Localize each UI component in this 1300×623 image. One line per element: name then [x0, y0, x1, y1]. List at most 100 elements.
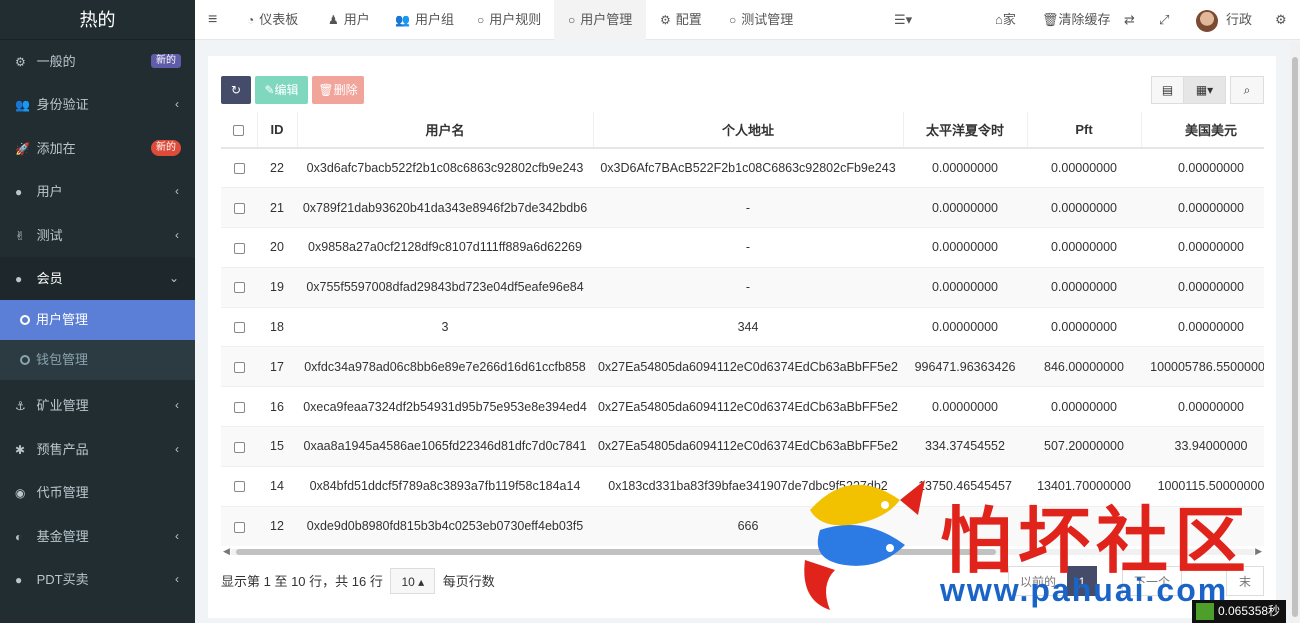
tab-user[interactable]: ♟ 用户 [328, 0, 370, 40]
column-header-username[interactable]: 用户名 [297, 112, 594, 149]
columns-toggle-button[interactable]: ▤ [1151, 76, 1184, 104]
cell-username: 0xfdc34a978ad06c8bb6e89e7e266d16d61ccfb8… [297, 346, 593, 387]
sidebar-item-label: 代币管理 [36, 485, 89, 501]
cell-id: 20 [257, 227, 297, 268]
refresh-button[interactable]: ↻ [221, 76, 251, 104]
row-select-cell [221, 227, 257, 268]
column-header-usd[interactable]: 美国美元 [1141, 112, 1264, 149]
cell-id: 16 [257, 386, 297, 427]
sidebar-subitem-wallet-management[interactable]: 钱包管理 [0, 340, 195, 381]
dashboard-icon: ◔ [247, 13, 255, 27]
cell-usd: 33.94000000 [1141, 426, 1264, 467]
table-row[interactable]: 16 0xeca9feaa7324df2b54931d95b75e953e8e39… [221, 386, 1264, 427]
scroll-thumb[interactable] [1292, 57, 1298, 617]
home-label: 家 [1002, 12, 1016, 27]
translate-icon[interactable]: ⇄ [1124, 0, 1135, 40]
search-button[interactable]: ⌕ [1230, 76, 1264, 104]
anchor-icon: ⚓ [15, 399, 26, 414]
sidebar-item-fund[interactable]: ◐ 基金管理 ‹ [0, 515, 195, 558]
row-checkbox[interactable] [233, 441, 245, 453]
sidebar-item-user[interactable]: ● 用户 ‹ [0, 170, 195, 213]
app-logo[interactable]: 热的 [0, 0, 195, 40]
settings-icon[interactable]: ⚙ [1275, 0, 1287, 40]
table-row[interactable]: 22 0x3d6afc7bacb522f2b1c08c6863c92802cfb9… [221, 147, 1264, 188]
cell-pft: 0.00000000 [1027, 227, 1141, 268]
sidebar-item-member[interactable]: ● 会员 ⌄ [0, 256, 195, 301]
tab-label: 用户规则 [489, 12, 542, 27]
cell-pft: 846.00000000 [1027, 346, 1141, 387]
user-menu[interactable]: 行政 [1196, 0, 1252, 40]
cell-pdt: 0.00000000 [903, 227, 1027, 268]
edit-button[interactable]: ✎编辑 [255, 76, 308, 104]
table-row[interactable]: 19 0x755f5597008dfad29843bd723e04df5eafe9… [221, 266, 1264, 308]
sidebar-item-pdt-trade[interactable]: ● PDT买卖 ‹ [0, 558, 195, 601]
row-checkbox[interactable] [233, 362, 245, 374]
table-row[interactable]: 20 0x9858a27a0cf2128df9c8107d111ff889a6d6… [221, 227, 1264, 268]
vertical-scrollbar[interactable] [1290, 42, 1300, 623]
column-header-pft[interactable]: Pft [1027, 112, 1142, 149]
scroll-left-icon[interactable]: ◀ [223, 546, 230, 557]
page-load-timer: 0.065358秒 [1192, 600, 1287, 623]
sidebar-item-label: 预售产品 [36, 441, 89, 457]
row-checkbox[interactable] [233, 521, 245, 533]
sidebar-item-auth[interactable]: 👥 身份验证 ‹ [0, 83, 195, 126]
column-header-address[interactable]: 个人地址 [593, 112, 904, 149]
row-checkbox[interactable] [233, 282, 245, 294]
delete-button[interactable]: 🗑删除 [312, 76, 364, 104]
cell-pdt: 0.00000000 [903, 266, 1027, 308]
per-page-label: 每页行数 [442, 574, 495, 589]
table-row[interactable]: 18 3 344 0.00000000 0.00000000 0.00000000 [221, 306, 1264, 347]
row-checkbox[interactable] [233, 322, 245, 334]
new-badge: 新的 [151, 54, 181, 68]
tab-dashboard[interactable]: ◔ 仪表板 [247, 0, 298, 40]
row-checkbox[interactable] [233, 242, 245, 254]
sidebar-item-addon[interactable]: 🚀 添加在 新的 [0, 127, 195, 170]
tab-config[interactable]: ⚙ 配置 [660, 0, 702, 40]
sidebar-item-label: 添加在 [36, 140, 76, 156]
home-link[interactable]: ⌂家 [995, 0, 1016, 40]
cell-usd: 0.00000000 [1141, 227, 1264, 268]
row-checkbox[interactable] [233, 202, 245, 214]
watermark: 怕坏社区 www.pahuai.com [790, 470, 1290, 620]
row-select-cell [221, 426, 257, 467]
clear-cache-button[interactable]: 🗑清除缓存 [1042, 0, 1111, 40]
fullscreen-icon[interactable]: ⤢ [1159, 0, 1169, 40]
cell-address: - [593, 227, 903, 268]
sidebar-item-mining[interactable]: ⚓ 矿业管理 ‹ [0, 384, 195, 427]
cell-address: 0x27Ea54805da6094112eC0d6374EdCb63aBbFF5… [593, 426, 903, 467]
page-size-dropdown[interactable]: 10 ▴ [390, 568, 436, 594]
sidebar-item-test[interactable]: ✌ 测试 ‹ [0, 214, 195, 257]
grid-view-dropdown[interactable]: ▦▾ [1183, 76, 1226, 104]
sidebar-item-label: 矿业管理 [36, 398, 89, 414]
sidebar-item-general[interactable]: ⚙ 一般的 新的 [0, 40, 195, 83]
tab-user-group[interactable]: 👥 用户组 [395, 0, 454, 40]
column-header-id[interactable]: ID [257, 112, 298, 149]
table-row[interactable]: 17 0xfdc34a978ad06c8bb6e89e7e266d16d61ccf… [221, 346, 1264, 387]
column-header-pdt[interactable]: 太平洋夏令时 [903, 112, 1028, 149]
row-checkbox[interactable] [233, 163, 245, 175]
sidebar-item-label: 测试 [36, 227, 63, 243]
sidebar-toggle-icon[interactable]: ≡ [208, 0, 217, 40]
tab-label: 配置 [675, 12, 702, 27]
cell-address: - [593, 187, 903, 228]
row-checkbox[interactable] [233, 481, 245, 493]
cell-usd: 0.00000000 [1141, 386, 1264, 427]
table-row[interactable]: 21 0x789f21dab93620b41da343e8946f2b7de342… [221, 187, 1264, 228]
table-row[interactable]: 15 0xaa8a1945a4586ae1065fd22346d81dfc7d0c… [221, 426, 1264, 467]
row-select-cell [221, 505, 257, 546]
chevron-left-icon: ‹ [175, 441, 179, 456]
cell-id: 21 [257, 187, 297, 228]
cell-username: 0xeca9feaa7324df2b54931d95b75e953e8e394e… [297, 386, 593, 427]
tab-user-rules[interactable]: ○ 用户规则 [477, 0, 541, 40]
tab-test-management[interactable]: ○ 测试管理 [729, 0, 793, 40]
tab-user-management[interactable]: ○ 用户管理 [554, 0, 647, 40]
users-icon: 👥 [15, 98, 30, 113]
sidebar-subitem-user-management[interactable]: 用户管理 [0, 300, 195, 341]
row-checkbox[interactable] [233, 401, 245, 413]
more-tabs-dropdown[interactable]: ☰▾ [894, 0, 912, 40]
home-icon: ⌂ [995, 12, 1003, 27]
select-all-checkbox[interactable] [233, 125, 245, 137]
sidebar-item-presale[interactable]: ✱ 预售产品 ‹ [0, 428, 195, 471]
cell-username: 0xde9d0b8980fd815b3b4c0253eb0730eff4eb03… [297, 505, 593, 546]
sidebar-item-token[interactable]: ◉ 代币管理 [0, 471, 195, 514]
